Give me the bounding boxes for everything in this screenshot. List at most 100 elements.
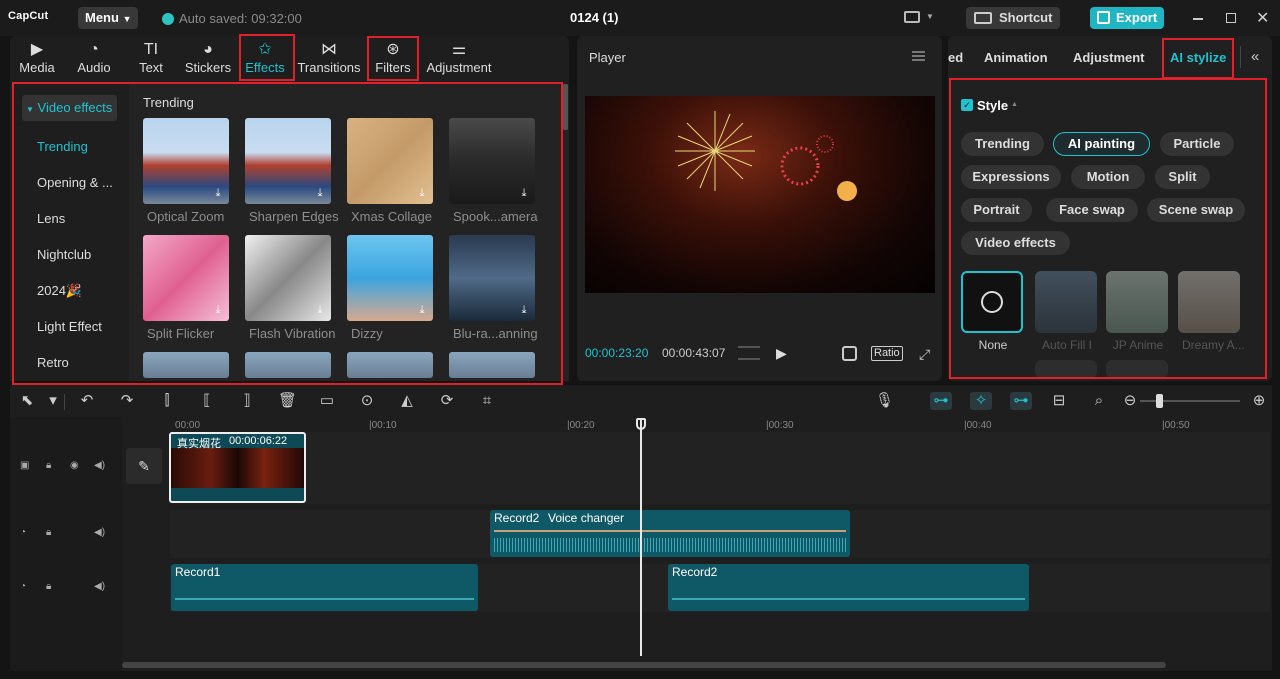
ruler-tick: |00:40	[964, 420, 992, 431]
project-title: 0124 (1)	[570, 10, 619, 25]
check-circle-icon	[162, 13, 174, 25]
volume-icon[interactable]: ◀)	[94, 460, 105, 471]
zoom-slider-handle[interactable]	[1156, 394, 1163, 408]
highlight-effects-area	[12, 82, 563, 385]
split-icon[interactable]: ⫿	[158, 392, 176, 410]
timeline-grid-icon[interactable]	[738, 346, 760, 360]
zoom-out-icon[interactable]: ⊖	[1121, 392, 1139, 410]
video-track-controls: ▣ 🔒︎ ◉ ◀)	[20, 460, 112, 474]
minimize-icon[interactable]	[1193, 18, 1203, 20]
fullscreen-icon[interactable]: ⤢	[919, 346, 930, 363]
tab-text[interactable]: TI Text	[137, 40, 165, 78]
snap-icon[interactable]: ⊶	[1010, 392, 1032, 410]
mirror-icon[interactable]: ◭	[398, 392, 416, 410]
total-time: 00:00:43:07	[662, 346, 726, 360]
playhead-handle[interactable]	[636, 418, 646, 430]
tab-label: Stickers	[184, 60, 232, 75]
pencil-icon: ✎	[138, 458, 150, 474]
ruler-tick: 00:00	[175, 420, 201, 431]
chevron-down-icon[interactable]: ▾	[44, 392, 62, 410]
collapse-panel-icon[interactable]: «	[1251, 48, 1259, 65]
redo-icon[interactable]: ↷	[118, 392, 136, 410]
zoom-slider-track[interactable]	[1140, 400, 1240, 402]
highlight-filters-tab	[367, 36, 419, 81]
menu-button[interactable]: Menu ▼	[78, 7, 138, 29]
clip-duration: 00:00:06:22	[229, 435, 288, 447]
play-icon[interactable]: ▶	[776, 345, 787, 362]
tab-adjustment[interactable]: ⚌ Adjustment	[424, 40, 494, 78]
player-menu-icon[interactable]	[912, 51, 925, 61]
align-icon[interactable]: ⊟	[1050, 392, 1068, 410]
restore-icon[interactable]	[1226, 13, 1236, 23]
tab-adjustment[interactable]: Adjustment	[1073, 50, 1145, 65]
lock-icon[interactable]: 🔒︎	[46, 581, 51, 592]
tab-label: Adjustment	[426, 60, 492, 75]
ruler-tick: |00:10	[369, 420, 397, 431]
sticker-icon: ◕	[203, 41, 213, 58]
fit-screen-icon[interactable]	[842, 346, 857, 361]
lock-icon[interactable]: 🔒︎	[46, 460, 51, 471]
volume-icon[interactable]: ◀)	[94, 581, 105, 592]
layout-icon[interactable]	[904, 11, 920, 23]
clip-name: Record1	[175, 565, 221, 579]
menu-label: Menu	[85, 10, 119, 25]
autosave-status: Auto saved: 09:32:00	[162, 11, 302, 26]
link-icon[interactable]: ⊶	[930, 392, 952, 410]
microphone-icon[interactable]: 🎙︎	[875, 392, 894, 410]
audio-icon: ◔	[89, 41, 99, 58]
eye-icon[interactable]: ◉	[70, 460, 79, 471]
magnet-icon[interactable]: ✧	[970, 392, 992, 410]
tab-divider	[1240, 46, 1241, 68]
split-right-icon[interactable]: ⟧	[238, 392, 256, 410]
tab-media[interactable]: ▶ Media	[17, 40, 57, 78]
panel-scrollbar[interactable]	[563, 84, 568, 130]
tab-ed[interactable]: ed	[948, 50, 963, 65]
volume-icon[interactable]: ◀)	[94, 527, 105, 538]
export-button[interactable]: Export	[1090, 7, 1164, 29]
reverse-icon[interactable]: ⊙	[358, 392, 376, 410]
top-bar: CapCut Menu ▼ Auto saved: 09:32:00 0124 …	[0, 0, 1280, 36]
highlight-style-panel	[949, 78, 1267, 379]
tab-animation[interactable]: Animation	[984, 50, 1048, 65]
ratio-button[interactable]: Ratio	[871, 346, 903, 361]
audio-track1-controls: ◔ 🔒︎ ◀)	[20, 527, 112, 541]
rotate-icon[interactable]: ⟳	[438, 392, 456, 410]
freeze-icon[interactable]: ▭	[318, 392, 336, 410]
audio-clip-voice[interactable]: Record2 Voice changer	[490, 510, 850, 557]
edit-cover-button[interactable]: ✎	[126, 448, 162, 484]
voice-changer-tag: Voice changer	[548, 511, 625, 525]
playhead[interactable]	[640, 418, 642, 656]
delete-icon[interactable]: 🗑︎	[278, 392, 297, 410]
close-icon[interactable]: ✕	[1256, 8, 1269, 28]
audio-track-icon: ◔	[20, 581, 27, 592]
clip-name: 真实烟花	[177, 438, 221, 450]
horizontal-scrollbar[interactable]	[122, 662, 1166, 668]
clip-name: Record2	[672, 565, 718, 579]
tab-transitions[interactable]: ⋈ Transitions	[296, 40, 362, 78]
split-left-icon[interactable]: ⟦	[198, 392, 216, 410]
lock-icon[interactable]: 🔒︎	[46, 527, 51, 538]
waveform	[175, 598, 474, 600]
audio-clip-record2[interactable]: Record2	[668, 564, 1029, 611]
layout-chevron-icon[interactable]: ▼	[926, 12, 934, 21]
audio-clip-record1[interactable]: Record1	[171, 564, 478, 611]
toolbar-divider	[64, 394, 65, 410]
crop-icon[interactable]: ⌗	[478, 392, 496, 410]
track-header-column	[10, 417, 122, 671]
preview-icon[interactable]: ⌕	[1090, 392, 1108, 410]
keyframe-line	[494, 530, 846, 532]
thumbnail-toggle-icon[interactable]: ▣	[20, 460, 29, 471]
video-track-lane	[170, 432, 1270, 504]
ruler-tick: |00:20	[567, 420, 595, 431]
tab-audio[interactable]: ◔ Audio	[76, 40, 112, 78]
capcut-logo: CapCut	[8, 10, 49, 22]
media-icon: ▶	[30, 41, 44, 58]
select-icon[interactable]: ⬉	[18, 392, 36, 410]
zoom-in-icon[interactable]: ⊕	[1250, 392, 1268, 410]
tab-stickers[interactable]: ◕ Stickers	[184, 40, 232, 78]
video-clip[interactable]: 真实烟花 00:00:06:22	[169, 432, 306, 503]
tab-label: Text	[139, 60, 163, 75]
shortcut-button[interactable]: Shortcut	[966, 7, 1060, 29]
export-icon	[1097, 11, 1110, 24]
undo-icon[interactable]: ↶	[78, 392, 96, 410]
